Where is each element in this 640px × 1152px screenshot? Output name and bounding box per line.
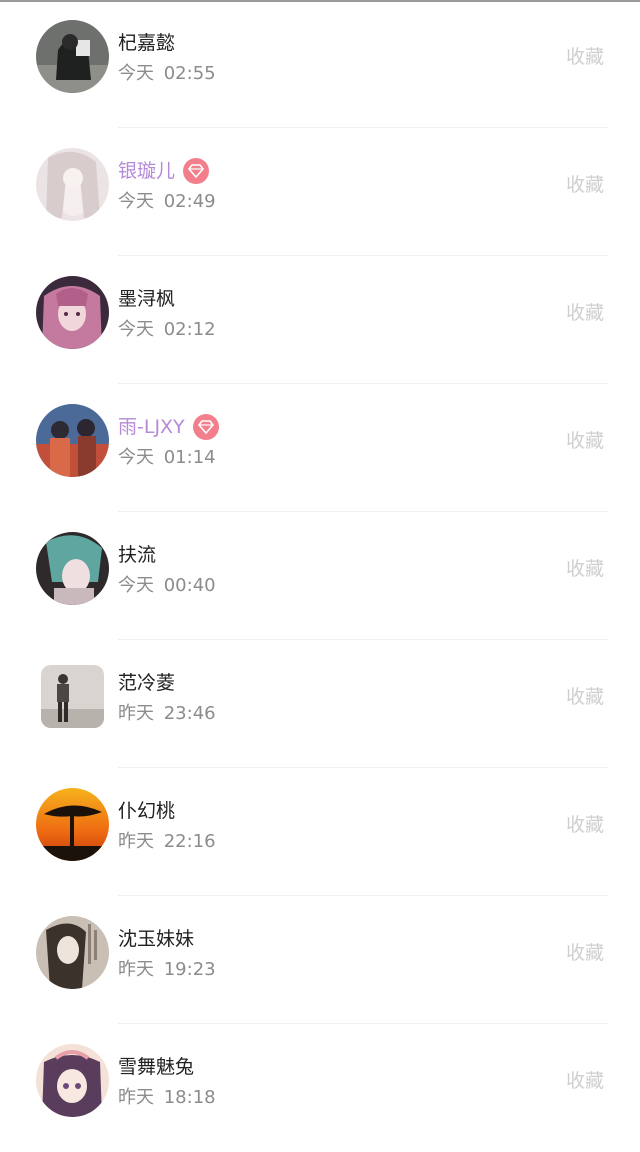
list-item[interactable]: 仆幻桃 昨天 22:16 收藏 [0,768,640,896]
timestamp: 今天 02:55 [118,63,216,84]
username: 雪舞魅兔 [118,1056,195,1078]
timestamp: 今天 01:14 [118,447,216,468]
avatar[interactable] [41,665,104,728]
username: 扶流 [118,544,157,566]
timestamp: 今天 00:40 [118,575,216,596]
timestamp: 昨天 19:23 [118,959,216,980]
username: 仆幻桃 [118,800,176,822]
diamond-vip-icon [183,158,210,184]
diamond-vip-icon [192,414,219,440]
favorite-button[interactable]: 收藏 [566,555,604,583]
name-line: 范冷菱 [118,670,175,696]
username: 墨浔枫 [118,288,176,310]
username: 杞嘉懿 [118,32,176,54]
name-line: 扶流 [118,542,156,568]
avatar[interactable] [36,1044,109,1117]
favorite-button[interactable]: 收藏 [566,811,604,839]
favorite-button[interactable]: 收藏 [566,1067,604,1095]
list-item[interactable]: 雨-LJXY 今天 01:14 收藏 [0,384,640,512]
favorite-button[interactable]: 收藏 [566,427,604,455]
timestamp: 昨天 18:18 [118,1087,216,1108]
favorite-button[interactable]: 收藏 [566,683,604,711]
list-item[interactable]: 杞嘉懿 今天 02:55 收藏 [0,0,640,128]
timestamp: 今天 02:12 [118,319,216,340]
list-item[interactable]: 雪舞魅兔 昨天 18:18 收藏 [0,1024,640,1152]
timestamp: 今天 02:49 [118,191,216,212]
list-item[interactable]: 墨浔枫 今天 02:12 收藏 [0,256,640,384]
name-line: 杞嘉懿 [118,30,175,56]
avatar[interactable] [36,532,109,605]
avatar[interactable] [36,404,109,477]
favorite-button[interactable]: 收藏 [566,939,604,967]
list-item[interactable]: 扶流 今天 00:40 收藏 [0,512,640,640]
name-line: 雨-LJXY [118,414,219,440]
avatar[interactable] [36,276,109,349]
list-item[interactable]: 沈玉妹妹 昨天 19:23 收藏 [0,896,640,1024]
username: 沈玉妹妹 [118,928,195,950]
favorite-button[interactable]: 收藏 [566,171,604,199]
name-line: 仆幻桃 [118,798,175,824]
favorite-button[interactable]: 收藏 [566,299,604,327]
avatar[interactable] [36,788,109,861]
name-line: 雪舞魅兔 [118,1054,194,1080]
avatar[interactable] [36,20,109,93]
username: 雨-LJXY [118,416,185,438]
list-item[interactable]: 银璇儿 今天 02:49 收藏 [0,128,640,256]
avatar[interactable] [36,148,109,221]
timestamp: 昨天 22:16 [118,831,216,852]
username: 银璇儿 [118,160,176,182]
name-line: 银璇儿 [118,158,210,184]
favorite-button[interactable]: 收藏 [566,43,604,71]
timestamp: 昨天 23:46 [118,703,216,724]
username: 范冷菱 [118,672,176,694]
name-line: 墨浔枫 [118,286,175,312]
avatar[interactable] [36,916,109,989]
name-line: 沈玉妹妹 [118,926,194,952]
list-item[interactable]: 范冷菱 昨天 23:46 收藏 [0,640,640,768]
